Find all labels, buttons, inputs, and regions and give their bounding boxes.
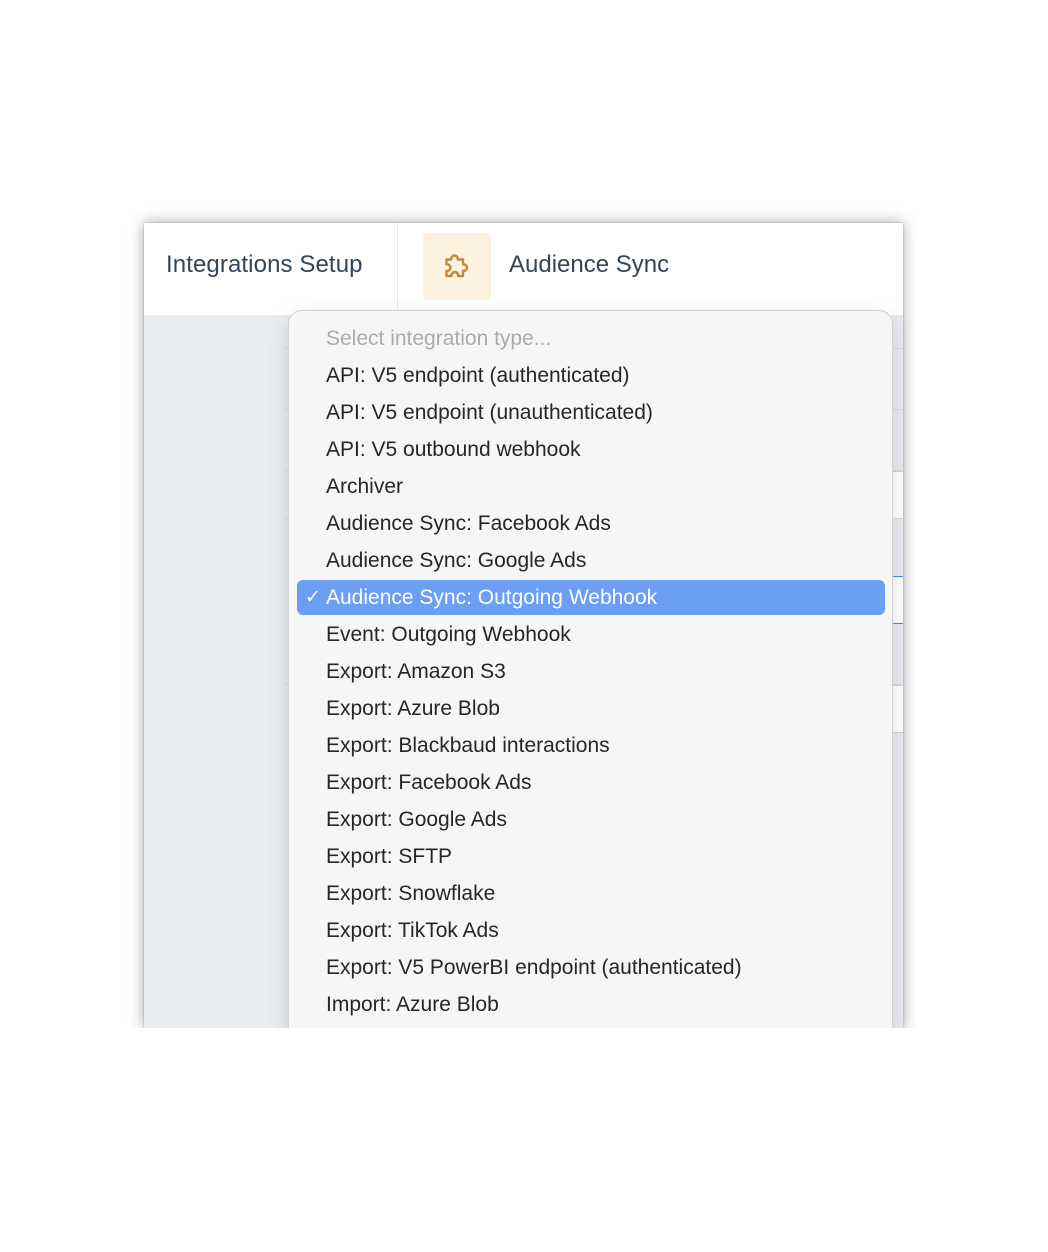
dropdown-option[interactable]: Export: Facebook Ads: [297, 765, 885, 800]
dropdown-option[interactable]: Export: Azure Blob: [297, 691, 885, 726]
option-label: Export: Blackbaud interactions: [326, 734, 610, 757]
option-label: Audience Sync: Outgoing Webhook: [326, 586, 658, 609]
dropdown-option[interactable]: API: V5 outbound webhook: [297, 432, 885, 467]
dropdown-option[interactable]: Archiver: [297, 469, 885, 504]
screenshot-canvas: Integrations Setup Audience Sync Select …: [0, 0, 1048, 1252]
option-label: API: V5 endpoint (unauthenticated): [326, 401, 653, 424]
dropdown-option-selected[interactable]: ✓ Audience Sync: Outgoing Webhook: [297, 580, 885, 615]
dropdown-option[interactable]: Export: Snowflake: [297, 876, 885, 911]
placeholder-label: Select integration type...: [326, 327, 552, 350]
dropdown-option[interactable]: API: V5 endpoint (authenticated): [297, 358, 885, 393]
option-label: Export: Snowflake: [326, 882, 496, 905]
dropdown-option[interactable]: Export: SFTP: [297, 839, 885, 874]
option-label: Event: Outgoing Webhook: [326, 623, 571, 646]
header-divider: [397, 223, 398, 315]
option-label: Import: Azure Blob: [326, 993, 499, 1016]
dropdown-option[interactable]: Export: Blackbaud interactions: [297, 728, 885, 763]
dropdown-placeholder: Select integration type...: [297, 321, 885, 356]
dropdown-option[interactable]: API: V5 endpoint (unauthenticated): [297, 395, 885, 430]
dropdown-option[interactable]: Audience Sync: Google Ads: [297, 543, 885, 578]
dropdown-option[interactable]: Export: TikTok Ads: [297, 913, 885, 948]
dropdown-option[interactable]: Export: Google Ads: [297, 802, 885, 837]
option-label: Export: V5 PowerBI endpoint (authenticat…: [326, 956, 742, 979]
option-label: Archiver: [326, 475, 404, 498]
integration-type-dropdown: Select integration type... API: V5 endpo…: [288, 310, 893, 1052]
puzzle-piece-icon: [439, 249, 475, 285]
dropdown-option[interactable]: Export: Amazon S3: [297, 654, 885, 689]
option-label: Export: Facebook Ads: [326, 771, 532, 794]
dropdown-option[interactable]: Export: V5 PowerBI endpoint (authenticat…: [297, 950, 885, 985]
option-label: Audience Sync: Facebook Ads: [326, 512, 611, 535]
option-label: Export: SFTP: [326, 845, 453, 868]
dropdown-option[interactable]: Event: Outgoing Webhook: [297, 617, 885, 652]
page-title: Integrations Setup: [166, 251, 363, 278]
page-header: Integrations Setup Audience Sync: [144, 223, 903, 315]
option-label: Export: Google Ads: [326, 808, 507, 831]
integration-icon-tile: [423, 233, 491, 300]
option-label: Audience Sync: Google Ads: [326, 549, 587, 572]
option-label: Export: Azure Blob: [326, 697, 500, 720]
option-label: Export: TikTok Ads: [326, 919, 499, 942]
dropdown-option[interactable]: Import: Azure Blob: [297, 987, 885, 1022]
sidebar: [144, 315, 284, 1028]
option-label: API: V5 outbound webhook: [326, 438, 581, 461]
checkmark-icon: ✓: [305, 587, 321, 608]
option-label: Export: Amazon S3: [326, 660, 506, 683]
integration-name: Audience Sync: [509, 251, 670, 278]
dropdown-option[interactable]: Audience Sync: Facebook Ads: [297, 506, 885, 541]
page-background: [0, 1028, 1048, 1252]
option-label: API: V5 endpoint (authenticated): [326, 364, 630, 387]
